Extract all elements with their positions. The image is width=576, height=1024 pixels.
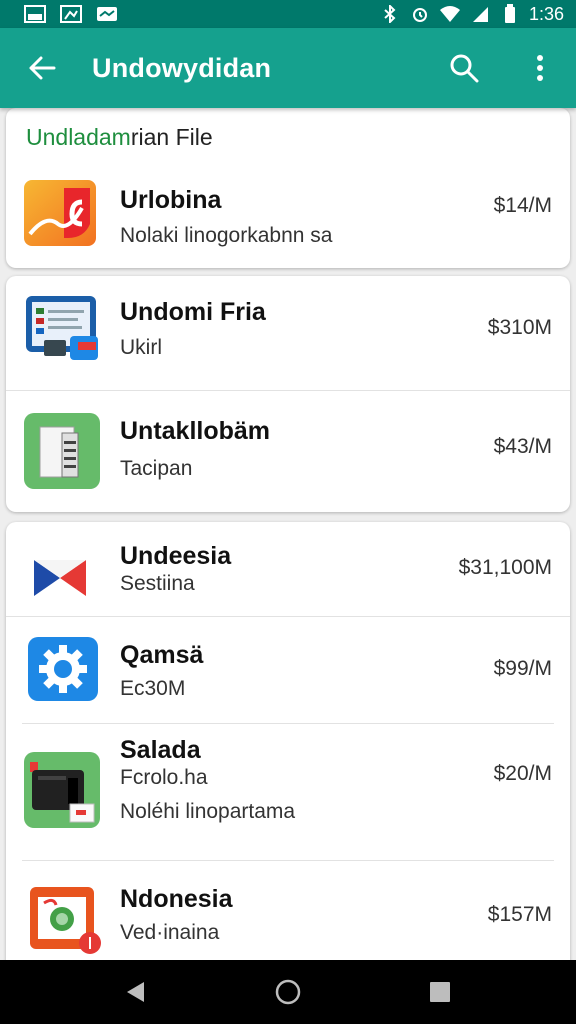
item-name: Undeesia [120,542,232,570]
item-price: $99/M [493,657,552,680]
item-subtitle: Ukirl [120,336,162,359]
bluetooth-icon [379,5,401,23]
item-name: Untakllobäm [120,417,271,445]
cell-signal-icon [469,5,491,23]
more-vert-icon [537,55,543,81]
list-item[interactable]: Qamsä Ec30M $99/M [6,617,570,723]
square-recents-icon [430,982,450,1002]
card-1: Undladamrian File Urlobina Nolaki linogo… [6,108,570,268]
item-price: $20/M [493,762,552,785]
gear-icon [28,637,98,701]
search-button[interactable] [440,44,488,92]
status-bar: 1:36 [0,0,576,28]
nav-home-button[interactable] [258,962,318,1022]
item-subtitle: Sestiina [120,572,195,595]
item-subtitle: Nolaki linogorkabnn sa [120,224,333,247]
list-item[interactable]: Ndonesia Ved·inaina $157M [6,861,570,960]
wifi-icon [439,5,461,23]
item-name: Urlobina [120,186,222,214]
item-subtitle: Ved·inaina [120,921,220,944]
item-subtitle: Ec30M [120,677,186,700]
photo-notification-icon [60,5,82,23]
item-price: $31,100M [458,556,552,579]
status-time: 1:36 [528,3,564,24]
triangle-back-icon [127,982,144,1002]
list-item[interactable]: Undomi Fria Ukirl $310M [6,276,570,390]
search-icon [450,54,479,83]
card-3: Undeesia Sestiina $31,100M Qamsä Ec30M $… [6,522,570,960]
image-notification-icon [24,5,46,23]
app-icon-flag [24,534,100,610]
nav-recents-button[interactable] [410,962,470,1022]
page-title: Undowydidan [92,52,272,83]
content-list[interactable]: Undladamrian File Urlobina Nolaki linogo… [0,108,576,960]
item-description: Noléhi linopartama [120,800,296,823]
back-button[interactable] [22,48,62,88]
item-price: $14/M [493,194,552,217]
item-price: $157M [487,903,552,926]
list-item[interactable]: Salada Fcrolo.ha Noléhi linopartama $20/… [6,724,570,860]
app-icon-tablet [24,294,100,370]
overflow-menu-button[interactable] [516,44,564,92]
app-icon-server [24,413,100,489]
arrow-back-icon [29,56,56,80]
alarm-icon [409,5,431,23]
app-icon-orange [24,180,96,246]
item-subtitle: Tacipan [120,457,193,480]
section-title: Undladamrian File [26,124,213,150]
card-2: Undomi Fria Ukirl $310M Untakllobäm Taci… [6,276,570,512]
item-name: Salada [120,736,201,764]
list-item[interactable]: Urlobina Nolaki linogorkabnn sa $14/M [6,166,570,266]
item-name: Undomi Fria [120,298,266,326]
navigation-bar [0,960,576,1024]
app-bar: Undowydidan [0,28,576,108]
nav-back-button[interactable] [106,962,166,1022]
battery-icon [499,4,521,23]
mail-notification-icon [96,5,118,23]
circle-home-icon [275,979,301,1005]
item-price: $310M [487,316,552,339]
item-name: Ndonesia [120,885,233,913]
list-item[interactable]: Untakllobäm Tacipan $43/M [6,391,570,511]
app-icon-photo [26,883,102,959]
item-subtitle: Fcrolo.ha [120,766,208,789]
list-item[interactable]: Undeesia Sestiina $31,100M [6,522,570,616]
item-name: Qamsä [120,641,204,669]
app-icon-printer [24,752,100,828]
item-price: $43/M [493,435,552,458]
